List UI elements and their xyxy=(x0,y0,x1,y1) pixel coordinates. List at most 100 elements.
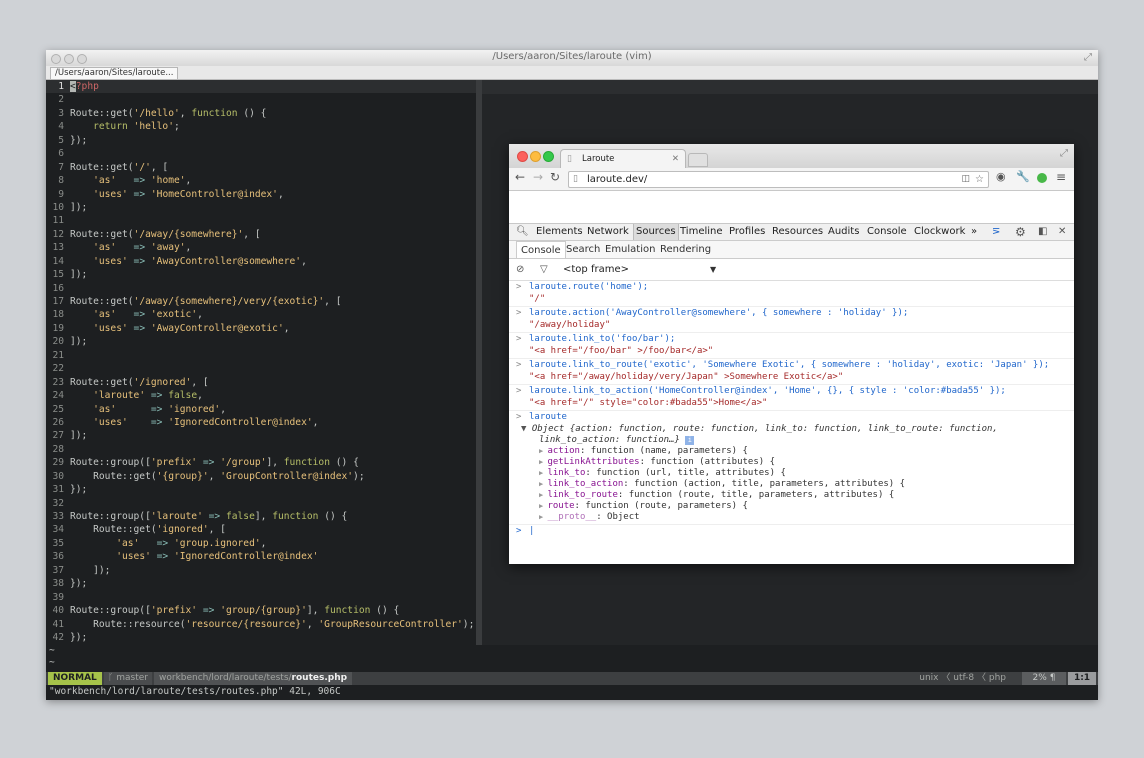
code-line[interactable]: 10]); xyxy=(46,201,476,214)
code-line[interactable]: 40 Route::group(['prefix' => 'group/{grou… xyxy=(46,604,476,617)
code-line[interactable]: 20]); xyxy=(46,335,476,348)
close-window-button[interactable] xyxy=(517,151,528,162)
tab-elements[interactable]: Elements xyxy=(536,224,583,240)
tab-clockwork[interactable]: Clockwork xyxy=(914,224,965,240)
status-extension-icon[interactable] xyxy=(1037,173,1047,183)
fullscreen-icon[interactable]: ⤢ xyxy=(1084,52,1092,63)
code-line[interactable]: 37 ]); xyxy=(46,564,476,577)
more-tabs-icon[interactable]: » xyxy=(971,224,977,240)
code-line[interactable]: 32 xyxy=(46,497,476,510)
code-line[interactable]: 29 Route::group(['prefix' => '/group'], f… xyxy=(46,456,476,469)
forward-icon[interactable]: → xyxy=(533,170,543,184)
minimize-window-button[interactable] xyxy=(530,151,541,162)
code-line[interactable]: 24 'laroute' => false, xyxy=(46,389,476,402)
reader-icon[interactable]: ◫ xyxy=(961,172,970,187)
back-icon[interactable]: ← xyxy=(515,170,525,184)
console-output[interactable]: > laroute.route('home'); "/" > laroute.actio… xyxy=(509,281,1074,564)
new-tab-button[interactable] xyxy=(688,153,708,167)
browser-tab[interactable]: ▯ Laroute ✕ xyxy=(560,149,686,169)
object-property[interactable]: ▶ __proto__: Object xyxy=(529,512,1074,523)
object-property[interactable]: ▶ getLinkAttributes: function (attribute… xyxy=(529,457,1074,468)
close-tab-icon[interactable]: ✕ xyxy=(672,150,679,168)
settings-gear-icon[interactable]: ⚙ xyxy=(1015,224,1026,240)
code-line[interactable]: 14 'uses' => 'AwayController@somewhere', xyxy=(46,255,476,268)
code-line[interactable]: 6 xyxy=(46,147,476,160)
object-property[interactable]: ▶ link_to: function (url, title, attribu… xyxy=(529,468,1074,479)
code-line[interactable]: 15]); xyxy=(46,268,476,281)
code-line[interactable]: 4 return 'hello'; xyxy=(46,120,476,133)
extension-icon[interactable]: ◉ xyxy=(996,170,1006,183)
frame-selector[interactable]: <top frame> xyxy=(563,259,629,280)
code-line[interactable]: 21 xyxy=(46,349,476,362)
bookmark-star-icon[interactable]: ☆ xyxy=(975,172,984,187)
code-line[interactable]: 9 'uses' => 'HomeController@index', xyxy=(46,188,476,201)
code-line[interactable]: 30 Route::get('{group}', 'GroupControlle… xyxy=(46,470,476,483)
info-icon[interactable]: i xyxy=(685,435,695,445)
close-devtools-icon[interactable]: ✕ xyxy=(1058,224,1066,240)
object-property[interactable]: ▶ link_to_action: function (action, titl… xyxy=(529,479,1074,490)
code-line[interactable]: 22 xyxy=(46,362,476,375)
code-line[interactable]: 13 'as' => 'away', xyxy=(46,241,476,254)
object-property[interactable]: ▶ link_to_route: function (route, title,… xyxy=(529,490,1074,501)
chevron-down-icon[interactable]: ▼ xyxy=(710,259,716,280)
code-line[interactable]: 34 Route::get('ignored', [ xyxy=(46,523,476,536)
code-line[interactable]: 36 'uses' => 'IgnoredController@index' xyxy=(46,550,476,563)
subtab-rendering[interactable]: Rendering xyxy=(660,241,711,258)
search-icon[interactable]: 🔍︎ xyxy=(516,224,529,240)
code-line[interactable]: 38}); xyxy=(46,577,476,590)
code-line[interactable]: 8 'as' => 'home', xyxy=(46,174,476,187)
code-line[interactable]: 28 xyxy=(46,443,476,456)
object-summary[interactable]: ▼ Object {action: function, route: funct… xyxy=(521,424,1074,435)
dock-icon[interactable]: ◧ xyxy=(1038,224,1047,240)
tab-sources[interactable]: Sources xyxy=(633,224,679,240)
code-line[interactable]: 17 Route::get('/away/{somewhere}/very/{ex… xyxy=(46,295,476,308)
console-prompt[interactable]: > | xyxy=(509,525,1074,539)
code-line[interactable]: 25 'as' => 'ignored', xyxy=(46,403,476,416)
page-content[interactable] xyxy=(509,191,1074,224)
tab-network[interactable]: Network xyxy=(587,224,629,240)
code-line[interactable]: 31}); xyxy=(46,483,476,496)
code-line[interactable]: 2 xyxy=(46,93,476,106)
code-line[interactable]: 23 Route::get('/ignored', [ xyxy=(46,376,476,389)
object-property[interactable]: ▶ action: function (name, parameters) { xyxy=(529,446,1074,457)
console-drawer-icon[interactable]: ⋝ xyxy=(992,224,1000,240)
wrench-icon[interactable]: 🔧 xyxy=(1016,170,1030,183)
code-line[interactable]: 12 Route::get('/away/{somewhere}', [ xyxy=(46,228,476,241)
code-line[interactable]: 5}); xyxy=(46,134,476,147)
code-line[interactable]: 27]); xyxy=(46,429,476,442)
code-line[interactable]: 1 <?php xyxy=(46,80,476,94)
tab-profiles[interactable]: Profiles xyxy=(729,224,765,240)
subtab-search[interactable]: Search xyxy=(566,241,600,258)
tab-laroute[interactable]: /Users/aaron/Sites/laroute... xyxy=(50,67,179,79)
tab-timeline[interactable]: Timeline xyxy=(680,224,723,240)
tab-console[interactable]: Console xyxy=(867,224,907,240)
code-line[interactable]: 41 Route::resource('resource/{resource}'… xyxy=(46,618,476,631)
editor-pane[interactable]: 1 <?php 2 3 Route::get('/hello', function ()… xyxy=(46,80,476,645)
code-line[interactable]: 11 xyxy=(46,214,476,227)
object-property[interactable]: ▶ route: function (route, parameters) { xyxy=(529,501,1074,512)
tab-audits[interactable]: Audits xyxy=(828,224,859,240)
prompt-cursor[interactable]: | xyxy=(529,526,534,536)
reload-icon[interactable]: ↻ xyxy=(550,170,560,184)
subtab-console[interactable]: Console xyxy=(516,241,566,258)
tab-resources[interactable]: Resources xyxy=(772,224,823,240)
address-bar[interactable]: ▯ laroute.dev/ ◫ ☆ xyxy=(568,171,989,188)
code-line[interactable]: 3 Route::get('/hello', function () { xyxy=(46,107,476,120)
code-line[interactable]: 26 'uses' => 'IgnoredController@index', xyxy=(46,416,476,429)
code-line[interactable]: 18 'as' => 'exotic', xyxy=(46,308,476,321)
code-line[interactable]: 35 'as' => 'group.ignored', xyxy=(46,537,476,550)
fullscreen-icon[interactable]: ⤢ xyxy=(1060,148,1068,159)
zoom-window-button[interactable] xyxy=(543,151,554,162)
expand-triangle-icon[interactable]: ▼ xyxy=(521,424,532,434)
code-line[interactable]: 39 xyxy=(46,591,476,604)
code-line[interactable]: 42}); xyxy=(46,631,476,644)
clear-console-icon[interactable]: ⊘ xyxy=(516,259,524,280)
code-line[interactable]: 19 'uses' => 'AwayController@exotic', xyxy=(46,322,476,335)
filter-icon[interactable]: ▽ xyxy=(540,259,548,280)
code-line[interactable]: 33 Route::group(['laroute' => false], fun… xyxy=(46,510,476,523)
menu-icon[interactable]: ≡ xyxy=(1056,170,1066,184)
subtab-emulation[interactable]: Emulation xyxy=(605,241,655,258)
code-line[interactable]: 7 Route::get('/', [ xyxy=(46,161,476,174)
code-line[interactable]: 16 xyxy=(46,282,476,295)
command-line[interactable]: "workbench/lord/laroute/tests/routes.php… xyxy=(49,686,341,697)
